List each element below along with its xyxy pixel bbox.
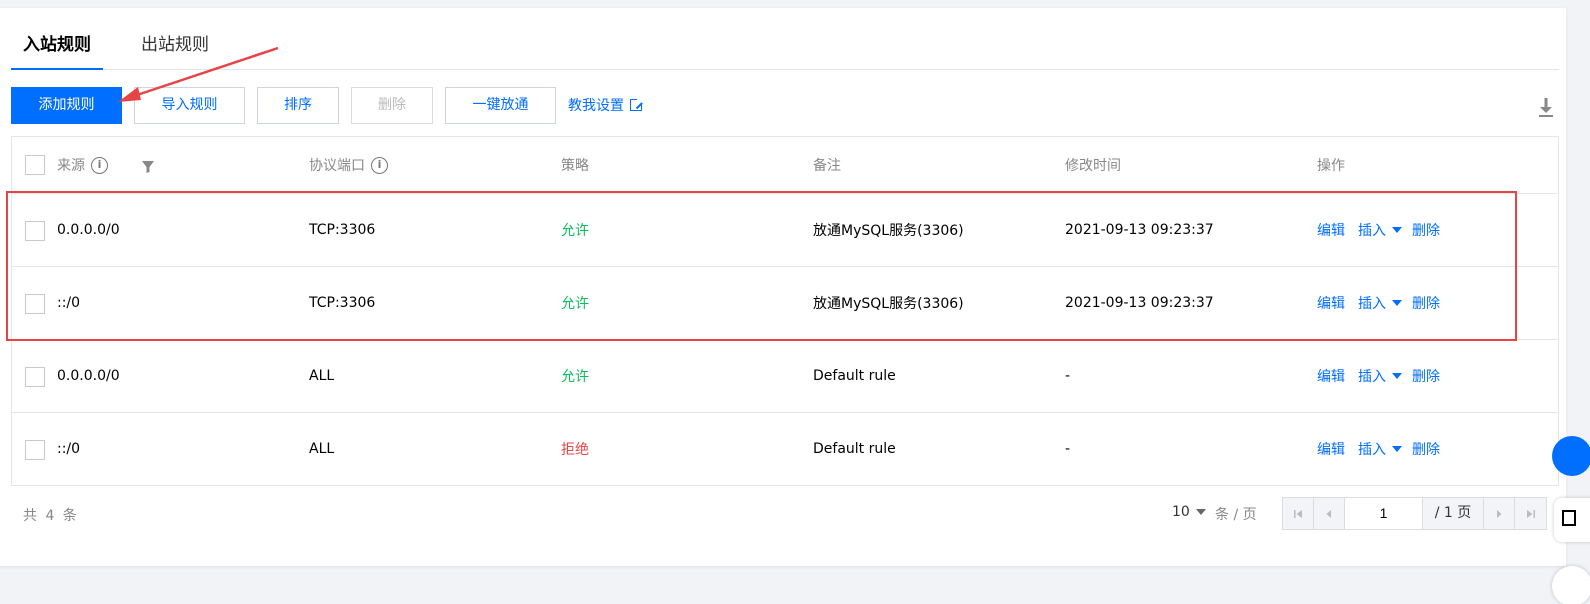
next-page-icon: [1497, 509, 1502, 518]
prev-page-button[interactable]: [1314, 498, 1345, 529]
teach-me-link[interactable]: 教我设置: [568, 96, 643, 116]
total-pages: / 1 页: [1423, 498, 1484, 529]
header-modified-time: 修改时间: [1065, 158, 1121, 174]
policy-cell: 允许: [561, 369, 589, 385]
policy-cell: 允许: [561, 223, 589, 239]
delete-link[interactable]: 删除: [1412, 293, 1440, 313]
delete-button[interactable]: 删除: [351, 87, 433, 124]
feedback-icon: [1562, 510, 1576, 526]
edit-link[interactable]: 编辑: [1317, 220, 1345, 240]
source-cell: ::/0: [57, 441, 81, 457]
insert-label: 插入: [1358, 369, 1386, 385]
table-row: ::/0 TCP:3306 允许 放通MySQL服务(3306) 2021-09…: [12, 267, 1558, 340]
remark-cell: Default rule: [813, 368, 896, 384]
protocol-port-cell: ALL: [309, 441, 335, 457]
page-number-input[interactable]: [1345, 498, 1423, 529]
protocol-port-cell: TCP:3306: [309, 222, 376, 238]
edit-link[interactable]: 编辑: [1317, 439, 1345, 459]
header-protocol-port-label: 协议端口: [309, 158, 365, 174]
caret-down-icon: [1392, 373, 1402, 379]
filter-icon[interactable]: [142, 161, 154, 173]
next-page-button[interactable]: [1484, 498, 1515, 529]
floating-help-button[interactable]: [1552, 436, 1590, 476]
insert-dropdown[interactable]: 插入: [1358, 439, 1402, 459]
header-operation: 操作: [1317, 158, 1345, 174]
row-checkbox[interactable]: [25, 440, 45, 460]
info-icon[interactable]: i: [371, 156, 388, 174]
source-cell: ::/0: [57, 295, 81, 311]
header-source: 来源 i: [57, 137, 108, 193]
policy-cell: 允许: [561, 296, 589, 312]
page-size-select[interactable]: 10: [1172, 504, 1206, 520]
header-source-label: 来源: [57, 158, 85, 174]
modified-time-cell: -: [1065, 368, 1071, 384]
protocol-port-cell: ALL: [309, 368, 335, 384]
delete-link[interactable]: 删除: [1412, 439, 1440, 459]
remark-cell: 放通MySQL服务(3306): [813, 296, 964, 312]
delete-link[interactable]: 删除: [1412, 366, 1440, 386]
teach-me-label: 教我设置: [568, 98, 624, 114]
last-page-button[interactable]: [1515, 498, 1546, 529]
edit-link[interactable]: 编辑: [1317, 366, 1345, 386]
table-row: 0.0.0.0/0 TCP:3306 允许 放通MySQL服务(3306) 20…: [12, 194, 1558, 267]
operation-cell: 编辑 插入 删除: [1317, 340, 1440, 412]
caret-down-icon: [1392, 227, 1402, 233]
row-checkbox[interactable]: [25, 294, 45, 314]
protocol-port-cell: TCP:3306: [309, 295, 376, 311]
remark-cell: Default rule: [813, 441, 896, 457]
insert-dropdown[interactable]: 插入: [1358, 293, 1402, 313]
insert-label: 插入: [1358, 296, 1386, 312]
first-page-icon: [1294, 509, 1302, 518]
operation-cell: 编辑 插入 删除: [1317, 267, 1440, 339]
arrow-annotation: [118, 46, 279, 102]
tab-inbound-rules[interactable]: 入站规则: [11, 32, 103, 70]
pagination: / 1 页: [1282, 497, 1547, 530]
row-checkbox[interactable]: [25, 221, 45, 241]
header-policy: 策略: [561, 158, 589, 174]
remark-cell: 放通MySQL服务(3306): [813, 223, 964, 239]
operation-cell: 编辑 插入 删除: [1317, 413, 1440, 485]
source-cell: 0.0.0.0/0: [57, 222, 120, 238]
add-rule-button[interactable]: 添加规则: [11, 87, 122, 124]
policy-cell: 拒绝: [561, 442, 589, 458]
floating-feedback-button[interactable]: [1554, 498, 1590, 542]
table-row: ::/0 ALL 拒绝 Default rule - 编辑 插入 删除: [12, 413, 1558, 486]
table-row: 0.0.0.0/0 ALL 允许 Default rule - 编辑 插入 删除: [12, 340, 1558, 413]
info-icon[interactable]: i: [91, 156, 108, 174]
prev-page-icon: [1326, 509, 1331, 518]
one-click-open-button[interactable]: 一键放通: [445, 87, 556, 124]
header-remark: 备注: [813, 158, 841, 174]
insert-label: 插入: [1358, 223, 1386, 239]
last-page-icon: [1526, 509, 1535, 518]
floating-extra-button[interactable]: [1552, 566, 1590, 604]
external-link-icon: [630, 98, 643, 111]
first-page-button[interactable]: [1283, 498, 1314, 529]
operation-cell: 编辑 插入 删除: [1317, 194, 1440, 266]
caret-down-icon: [1392, 300, 1402, 306]
select-all-checkbox[interactable]: [25, 155, 45, 175]
modified-time-cell: 2021-09-13 09:23:37: [1065, 295, 1214, 311]
page-size-value: 10: [1172, 504, 1190, 520]
source-cell: 0.0.0.0/0: [57, 368, 120, 384]
row-checkbox[interactable]: [25, 367, 45, 387]
insert-dropdown[interactable]: 插入: [1358, 366, 1402, 386]
modified-time-cell: -: [1065, 441, 1071, 457]
total-count: 共 4 条: [23, 508, 79, 524]
rules-table: 来源 i 协议端口 i 策略 备注 修改时间 操作 0.0.0.0/0 TCP:…: [11, 136, 1559, 486]
modified-time-cell: 2021-09-13 09:23:37: [1065, 222, 1214, 238]
download-icon[interactable]: [1537, 96, 1555, 118]
insert-label: 插入: [1358, 442, 1386, 458]
per-page-label: 条 / 页: [1215, 507, 1257, 523]
insert-dropdown[interactable]: 插入: [1358, 220, 1402, 240]
delete-link[interactable]: 删除: [1412, 220, 1440, 240]
caret-down-icon: [1392, 446, 1402, 452]
caret-down-icon: [1195, 509, 1206, 515]
table-header: 来源 i 协议端口 i 策略 备注 修改时间 操作: [12, 137, 1558, 194]
header-protocol-port: 协议端口 i: [309, 137, 388, 193]
edit-link[interactable]: 编辑: [1317, 293, 1345, 313]
